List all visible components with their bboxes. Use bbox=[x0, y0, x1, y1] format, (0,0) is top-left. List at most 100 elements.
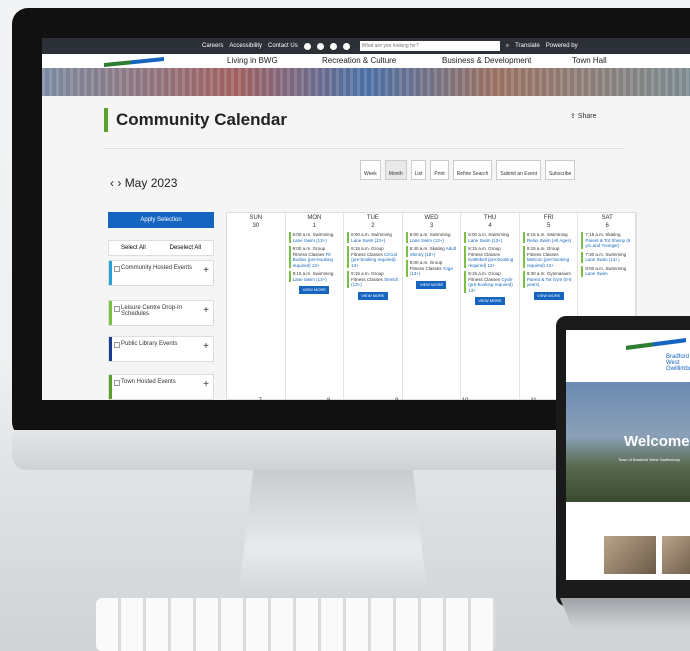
calendar-event[interactable]: 6:00 a.m. Swimming Lane Swim (13+) bbox=[347, 232, 399, 243]
view-list-button[interactable]: List bbox=[410, 160, 427, 180]
event-time: 9:00 a.m. Group Fitness Classes bbox=[292, 246, 326, 257]
laptop-thumb-1[interactable] bbox=[604, 536, 656, 574]
event-link[interactable]: MetCon (pre-booking required) 13+ bbox=[527, 257, 569, 268]
calendar-event[interactable]: 8:15 a.m. Group Fitness Classes Circuit … bbox=[347, 246, 399, 268]
apply-selection-button[interactable]: Apply Selection bbox=[108, 212, 214, 228]
filter-checkbox[interactable] bbox=[114, 266, 120, 272]
view-week-button[interactable]: Week bbox=[360, 160, 381, 180]
calendar-event[interactable]: 8:15 a.m. Group Fitness Classes Kettlebe… bbox=[464, 246, 516, 268]
view-more-button[interactable]: VIEW MORE bbox=[357, 291, 388, 300]
filter-item[interactable]: Public Library Events + bbox=[108, 336, 214, 362]
print-button[interactable]: Print bbox=[430, 160, 449, 180]
filter-label: Public Library Events bbox=[121, 341, 178, 347]
event-link[interactable]: Lane Swim (13+) bbox=[293, 238, 327, 243]
submit-event-button[interactable]: Submit an Event bbox=[496, 160, 542, 180]
calendar-event[interactable]: 9:30 a.m. Gymnasium Parent & Tot Gym (0-… bbox=[522, 271, 575, 288]
event-link[interactable]: Lane Swim (13+) bbox=[351, 238, 385, 243]
search-icon[interactable]: ⌕ bbox=[506, 43, 509, 50]
calendar-event[interactable]: 6:00 a.m. Swimming Lane Swim (13+) bbox=[405, 232, 458, 243]
filter-checkbox[interactable] bbox=[114, 342, 120, 348]
instagram-icon[interactable] bbox=[342, 42, 350, 50]
nav-town-hall[interactable]: Town Hall bbox=[572, 56, 607, 65]
translate-link[interactable]: Translate bbox=[515, 43, 540, 49]
day-number: 3 bbox=[429, 223, 434, 229]
print-label: Print bbox=[434, 171, 445, 177]
view-more-button[interactable]: VIEW MORE bbox=[416, 280, 447, 289]
day-name: MON bbox=[307, 215, 322, 221]
calendar-event[interactable]: 9:15 a.m. Group Fitness Classes MetCon (… bbox=[522, 246, 575, 268]
view-more-button[interactable]: VIEW MORE bbox=[533, 291, 564, 300]
calendar-day-cell[interactable]: SUN 30 bbox=[227, 213, 286, 400]
calendar-event[interactable]: 8:00 a.m. Swimming Lane Swim bbox=[581, 265, 633, 277]
calendar-event[interactable]: 6:00 a.m. Swimming Lane Swim (13+) bbox=[464, 232, 516, 243]
laptop-logo-text: Bradford West Gwillimbury bbox=[666, 354, 690, 372]
expand-plus-icon[interactable]: + bbox=[203, 341, 209, 352]
link-careers[interactable]: Careers bbox=[202, 43, 223, 49]
event-time: 6:00 a.m. Swimming bbox=[468, 232, 510, 237]
event-link[interactable]: Lane Swim (13+) bbox=[293, 277, 327, 282]
calendar-event[interactable]: 9:15 a.m. Group Fitness Classes Cycle (p… bbox=[464, 271, 516, 293]
calendar-event[interactable]: 9:15 a.m. Group Fitness Classes Stretch … bbox=[347, 271, 399, 288]
event-link[interactable]: Relax Swim (All Ages) bbox=[527, 238, 571, 243]
link-accessibility[interactable]: Accessibility bbox=[229, 43, 262, 49]
facebook-icon[interactable] bbox=[303, 42, 311, 50]
laptop-logo[interactable] bbox=[626, 338, 686, 350]
event-time: 6:00 a.m. Swimming bbox=[409, 232, 451, 237]
filter-checkbox[interactable] bbox=[114, 380, 120, 386]
view-list-label: List bbox=[414, 171, 423, 177]
town-logo[interactable] bbox=[104, 57, 164, 67]
calendar-event[interactable]: 6:40 a.m. Skating Adult Shinny (18+) bbox=[405, 246, 458, 257]
view-more-button[interactable]: VIEW MORE bbox=[475, 297, 506, 305]
prev-month-button[interactable]: ‹ bbox=[110, 176, 114, 190]
event-link[interactable]: Lane Swim bbox=[585, 271, 607, 276]
calendar-event[interactable]: 7:30 a.m. Swimming Lane Swim (13+) bbox=[581, 251, 633, 263]
filter-item[interactable]: Town Hosted Events + bbox=[108, 374, 214, 400]
nav-business[interactable]: Business & Development bbox=[442, 56, 531, 65]
main-nav: Living in BWG Recreation & Culture Busin… bbox=[42, 54, 690, 68]
calendar-event[interactable]: 9:15 a.m. Swimming Lane Swim (13+) bbox=[288, 271, 341, 282]
calendar-day-cell[interactable]: TUE 2 6:00 a.m. Swimming Lane Swim (13+) 8:… bbox=[344, 213, 403, 400]
day-number: 4 bbox=[488, 223, 492, 229]
search-input[interactable]: What are you looking for? bbox=[359, 41, 500, 51]
calendar-event[interactable]: 9:15 a.m. Swimming Relax Swim (All Ages) bbox=[522, 232, 575, 243]
event-time: 7:15 a.m. Skating bbox=[585, 232, 621, 237]
filter-color-bar bbox=[109, 261, 112, 285]
filter-item[interactable]: Leisure Centre Drop-In Schedules + bbox=[108, 300, 214, 326]
calendar-event[interactable]: 9:00 a.m. Group Fitness Classes Fit Bodi… bbox=[288, 246, 341, 268]
filter-item[interactable]: Community Hosted Events + bbox=[108, 260, 214, 286]
laptop-thumb-2[interactable] bbox=[662, 536, 690, 574]
hero-banner bbox=[42, 68, 690, 96]
view-month-button[interactable]: Month bbox=[384, 160, 407, 180]
calendar-event[interactable]: 9:00 a.m. Group Fitness Classes Yoga (13… bbox=[405, 260, 458, 277]
twitter-icon[interactable] bbox=[316, 42, 324, 50]
calendar-day-cell[interactable]: WED 3 6:00 a.m. Swimming Lane Swim (13+) 6:… bbox=[403, 213, 462, 400]
month-nav: ‹ › May 2023 bbox=[110, 176, 177, 190]
youtube-icon[interactable] bbox=[329, 42, 337, 50]
link-contact[interactable]: Contact Us bbox=[268, 43, 298, 49]
view-month-label: Month bbox=[388, 171, 403, 177]
event-link[interactable]: Kettlebell (pre-booking required) 13+ bbox=[468, 257, 513, 268]
nav-living[interactable]: Living in BWG bbox=[227, 56, 278, 65]
view-more-button[interactable]: VIEW MORE bbox=[299, 286, 330, 294]
next-month-button[interactable]: › bbox=[117, 176, 121, 190]
filter-checkbox[interactable] bbox=[114, 306, 120, 312]
event-link[interactable]: Parent & Tot Gym (0-5 years) bbox=[527, 277, 572, 288]
calendar-day-cell[interactable]: THU 4 6:00 a.m. Swimming Lane Swim (13+) 8:… bbox=[461, 213, 520, 400]
refine-search-button[interactable]: Refine Search bbox=[452, 160, 493, 180]
event-time: 9:30 a.m. Gymnasium bbox=[526, 271, 571, 276]
calendar-event[interactable]: 6:00 a.m. Swimming Lane Swim (13+) bbox=[288, 232, 341, 243]
calendar-day-cell[interactable]: MON 1 6:00 a.m. Swimming Lane Swim (13+) 9:… bbox=[286, 213, 345, 400]
expand-plus-icon[interactable]: + bbox=[203, 305, 209, 316]
nav-recreation[interactable]: Recreation & Culture bbox=[322, 56, 396, 65]
deselect-all-button[interactable]: Deselect All bbox=[170, 245, 201, 251]
event-link[interactable]: Parent & Tot Shinny (6 y/o and Younger) bbox=[585, 238, 630, 249]
select-all-button[interactable]: Select All bbox=[121, 245, 146, 251]
share-button[interactable]: ⇪ Share bbox=[570, 112, 597, 120]
event-link[interactable]: Lane Swim (13+) bbox=[410, 238, 444, 243]
expand-plus-icon[interactable]: + bbox=[203, 265, 209, 276]
event-link[interactable]: Lane Swim (13+) bbox=[468, 238, 502, 243]
expand-plus-icon[interactable]: + bbox=[203, 379, 209, 390]
subscribe-button[interactable]: Subscribe bbox=[545, 160, 576, 180]
event-link[interactable]: Lane Swim (13+) bbox=[585, 257, 619, 262]
calendar-event[interactable]: 7:15 a.m. Skating Parent & Tot Shinny (6… bbox=[581, 232, 633, 249]
